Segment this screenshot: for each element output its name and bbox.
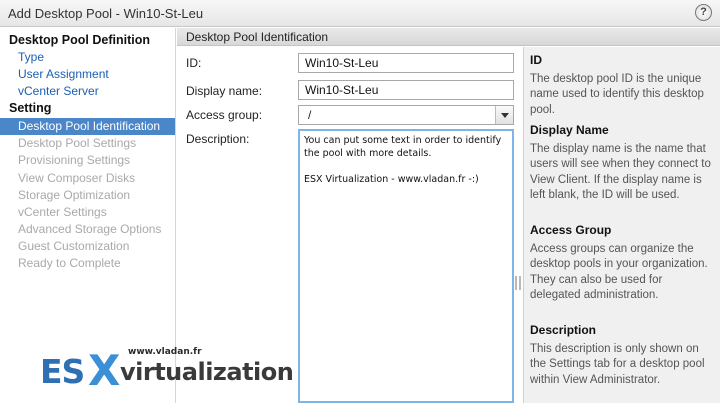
section-title: Desktop Pool Identification (186, 30, 329, 44)
access-group-select[interactable]: / (298, 105, 514, 125)
sidebar-group-setting: Setting (9, 101, 52, 115)
sidebar-item-type[interactable]: Type (0, 49, 175, 66)
description-textarea[interactable]: You can put some text in order to identi… (298, 129, 514, 403)
help-icon[interactable]: ? (695, 4, 712, 21)
id-input[interactable]: Win10-St-Leu (298, 53, 514, 73)
identification-form: ID: Win10-St-Leu Display name: Win10-St-… (177, 47, 523, 403)
sidebar-item-guest-customization: Guest Customization (18, 239, 130, 253)
display-name-label: Display name: (186, 84, 263, 98)
sidebar-item-vcenter-server[interactable]: vCenter Server (0, 83, 175, 100)
watermark-es: ES (40, 352, 85, 391)
sidebar-item-desktop-pool-settings: Desktop Pool Settings (18, 136, 137, 150)
help-access-group-title: Access Group (530, 223, 612, 237)
sidebar-group-definition: Desktop Pool Definition (9, 33, 150, 47)
splitter-grip-icon[interactable] (515, 276, 521, 290)
help-id-title: ID (530, 53, 542, 67)
help-access-group-text: Access groups can organize the desktop p… (530, 243, 708, 301)
help-description-text: This description is only shown on the Se… (530, 343, 705, 386)
sidebar-item-storage-optimization: Storage Optimization (18, 188, 131, 202)
help-display-name-title: Display Name (530, 123, 609, 137)
chevron-down-icon[interactable] (495, 106, 513, 124)
access-group-label: Access group: (186, 108, 263, 122)
access-group-value: / (308, 108, 312, 122)
sidebar-item-provisioning-settings: Provisioning Settings (18, 153, 131, 167)
sidebar-item-ready-to-complete: Ready to Complete (18, 256, 121, 270)
sidebar-item-advanced-storage-options: Advanced Storage Options (18, 222, 162, 236)
id-label: ID: (186, 56, 202, 70)
display-name-input[interactable]: Win10-St-Leu (298, 80, 514, 100)
watermark-x: X (88, 346, 121, 395)
sidebar-item-view-composer-disks: View Composer Disks (18, 171, 136, 185)
description-label: Description: (186, 132, 250, 146)
help-display-name-text: The display name is the name that users … (530, 143, 711, 201)
help-id-text: The desktop pool ID is the unique name u… (530, 73, 704, 116)
sidebar-item-desktop-pool-identification[interactable]: Desktop Pool Identification (0, 118, 175, 135)
help-panel: ID The desktop pool ID is the unique nam… (524, 47, 720, 403)
section-header: Desktop Pool Identification (177, 28, 720, 46)
sidebar-item-vcenter-settings: vCenter Settings (18, 205, 107, 219)
window-title: Add Desktop Pool - Win10-St-Leu (8, 6, 204, 21)
help-description-title: Description (530, 323, 597, 337)
sidebar-item-user-assignment[interactable]: User Assignment (0, 66, 175, 83)
title-bar: Add Desktop Pool - Win10-St-Leu ? (0, 0, 720, 27)
